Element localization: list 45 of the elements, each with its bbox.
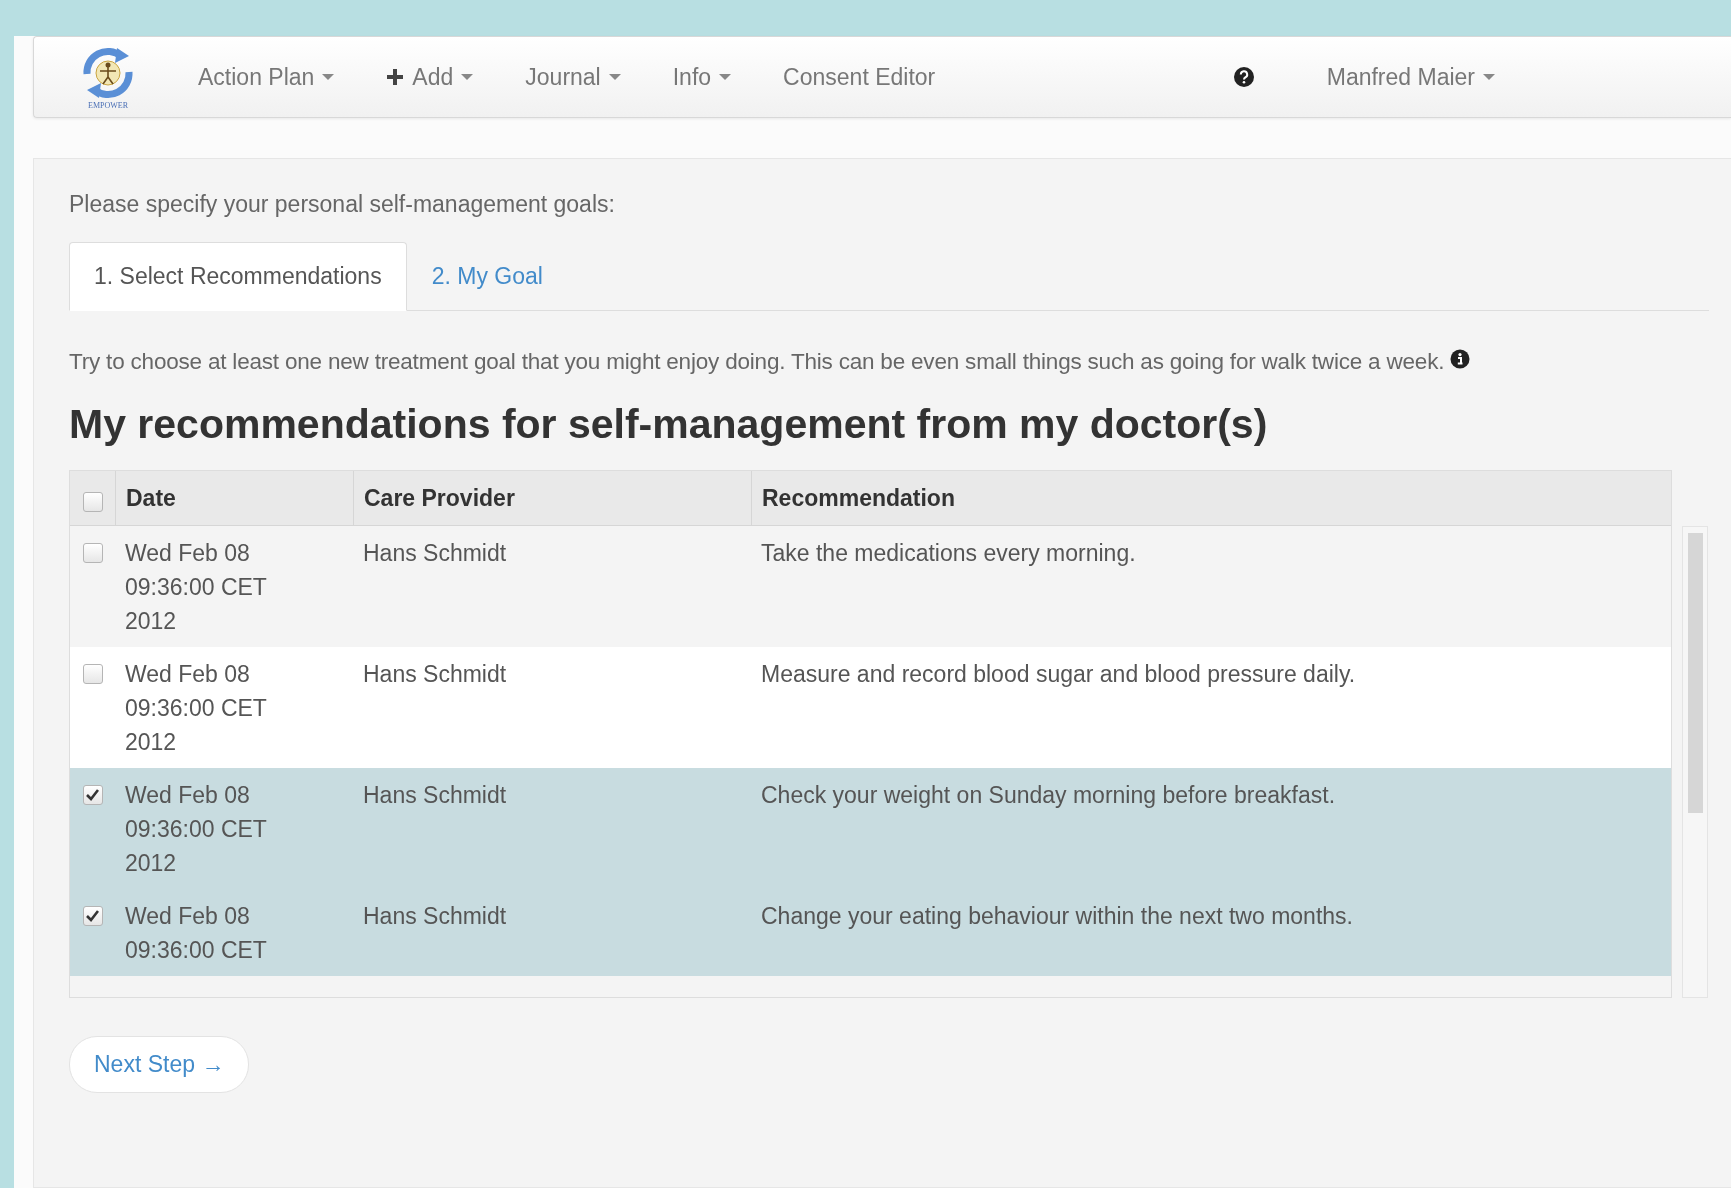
caret-icon (461, 73, 474, 81)
hint-text: Try to choose at least one new treatment goal that you might enjoy doing. This can be even small things such as going for walk twice a week. (69, 349, 1445, 375)
provider-cell-text: Hans Schmidt (362, 902, 508, 931)
nav-menu[interactable]: Action Plan (172, 63, 361, 91)
nav-menu[interactable]: Journal (499, 63, 647, 91)
next-step-button[interactable]: Next Step → (69, 1036, 250, 1093)
caret-icon (608, 73, 621, 81)
recommendation-cell-text: Check your weight on Sunday morning before breakfast. (760, 781, 1337, 810)
intro-text: Please specify your personal self-management goals: (69, 191, 616, 218)
logo-text: EMPOWER (88, 102, 128, 110)
date-cell-text: Wed Feb 08 09:36:00 CET 2012 (124, 660, 268, 757)
section-heading: My recommendations for self-management from my doctor(s) (69, 401, 1269, 448)
checkbox[interactable] (82, 491, 103, 512)
recommendation-cell-text: Measure and record blood sugar and blood pressure daily. (760, 660, 1357, 689)
checkbox[interactable] (82, 785, 103, 805)
table-row[interactable]: Wed Feb 08 09:36:00 CET 2012 Hans Schmidt Check your weight on Sunday morning before breakfast. (70, 768, 1671, 889)
checkbox[interactable] (82, 664, 103, 684)
date-cell-text: Wed Feb 08 09:36:00 CET (124, 902, 268, 965)
table-row[interactable]: Wed Feb 08 09:36:00 CET 2012 Hans Schmidt Measure and record blood sugar and blood pressure daily. (70, 647, 1671, 768)
nav-menu[interactable]: Add (360, 63, 500, 91)
provider-cell-text: Hans Schmidt (362, 539, 508, 568)
recommendation-cell-text: Take the medications every morning. (760, 539, 1137, 568)
column-header[interactable]: Date (115, 471, 353, 525)
column-header[interactable]: Recommendation (751, 471, 1671, 525)
provider-cell-text: Hans Schmidt (362, 660, 508, 689)
table-row[interactable]: Wed Feb 08 09:36:00 CET Hans Schmidt Change your eating behaviour within the next two months. (70, 889, 1671, 976)
checkbox[interactable] (82, 543, 103, 563)
checkbox[interactable] (82, 906, 103, 926)
tab[interactable]: 2. My Goal (406, 242, 568, 311)
date-cell-text: Wed Feb 08 09:36:00 CET 2012 (124, 781, 268, 878)
nav-link[interactable]: Consent Editor (757, 63, 962, 91)
caret-icon (1483, 73, 1495, 81)
date-cell-text: Wed Feb 08 09:36:00 CET 2012 (124, 539, 268, 636)
scrollbar[interactable] (1682, 526, 1708, 998)
help-icon[interactable] (1232, 66, 1255, 88)
provider-cell-text: Hans Schmidt (362, 781, 508, 810)
caret-icon (322, 73, 335, 81)
user-menu[interactable]: Manfred Maier (1300, 63, 1521, 91)
recommendation-cell-text: Change your eating behaviour within the next two months. (760, 902, 1354, 931)
caret-icon (719, 73, 732, 81)
column-header[interactable]: Care Provider (353, 471, 751, 525)
tab[interactable]: 1. Select Recommendations (69, 242, 407, 311)
plus-icon (386, 68, 405, 86)
info-icon[interactable] (1450, 349, 1471, 369)
nav-menu[interactable]: Info (646, 63, 758, 91)
